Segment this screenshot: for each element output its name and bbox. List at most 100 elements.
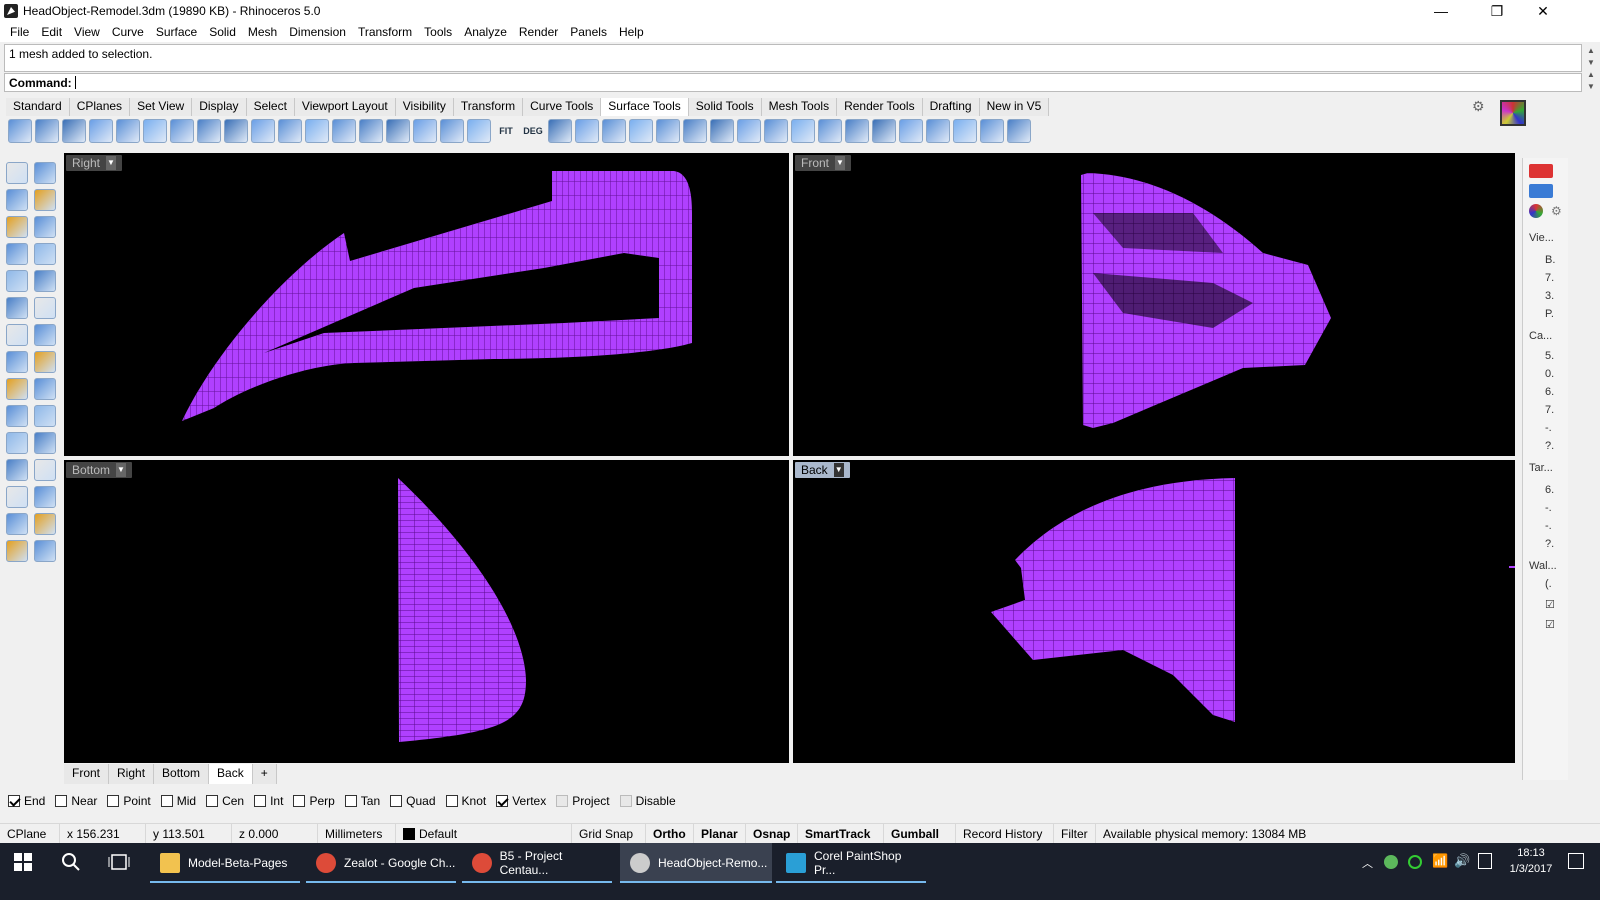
right-panel-item[interactable]: -. — [1545, 422, 1552, 434]
menu-mesh[interactable]: Mesh — [242, 25, 283, 39]
menu-analyze[interactable]: Analyze — [458, 25, 513, 39]
viewport-tab-right[interactable]: Right — [109, 764, 155, 784]
surface-tool-icon[interactable] — [791, 119, 815, 143]
left-tool-icon[interactable] — [6, 540, 28, 562]
viewport-bottom[interactable]: Bottom ▼ — [64, 460, 789, 763]
osnap-point[interactable]: Point — [107, 794, 151, 808]
toolbar-tab-curve-tools[interactable]: Curve Tools — [523, 98, 602, 116]
right-panel-item[interactable]: ☑ — [1545, 598, 1555, 611]
right-panel-item[interactable]: Tar... — [1529, 462, 1553, 474]
clock-date[interactable]: 1/3/2017 — [1502, 863, 1560, 875]
toolbar-tab-mesh-tools[interactable]: Mesh Tools — [761, 98, 838, 116]
taskbar-app-button[interactable]: Corel PaintShop Pr... — [776, 843, 926, 883]
toolbar-tab-set-view[interactable]: Set View — [130, 98, 193, 116]
surface-tool-icon[interactable] — [8, 119, 32, 143]
osnap-checkbox[interactable] — [556, 795, 569, 807]
left-tool-icon[interactable] — [6, 270, 28, 292]
menu-render[interactable]: Render — [513, 25, 564, 39]
left-tool-icon[interactable] — [34, 297, 56, 319]
viewport-label-right[interactable]: Right ▼ — [66, 155, 123, 171]
left-tool-icon[interactable] — [34, 324, 56, 346]
viewport-tab-back[interactable]: Back — [209, 764, 253, 784]
viewport-label-back[interactable]: Back ▼ — [795, 462, 850, 478]
right-panel-item[interactable]: 7. — [1545, 272, 1554, 284]
right-panel-item[interactable]: ☑ — [1545, 618, 1555, 631]
osnap-checkbox[interactable] — [107, 795, 120, 807]
osnap-checkbox[interactable] — [445, 795, 458, 807]
osnap-checkbox[interactable] — [55, 795, 68, 807]
surface-tool-icon[interactable] — [359, 119, 383, 143]
left-tool-icon[interactable] — [6, 378, 28, 400]
help-panel-icon[interactable] — [1529, 184, 1553, 198]
menu-dimension[interactable]: Dimension — [283, 25, 352, 39]
ortho-toggle[interactable]: Ortho — [646, 823, 694, 844]
surface-tool-icon[interactable] — [116, 119, 140, 143]
maximize-button[interactable]: ❐ — [1474, 0, 1520, 22]
left-tool-icon[interactable] — [34, 378, 56, 400]
menu-edit[interactable]: Edit — [35, 25, 68, 39]
menu-solid[interactable]: Solid — [203, 25, 242, 39]
osnap-checkbox[interactable] — [619, 795, 632, 807]
left-tool-icon[interactable] — [6, 405, 28, 427]
surface-tool-icon[interactable] — [845, 119, 869, 143]
right-panel-item[interactable]: 0. — [1545, 368, 1554, 380]
taskbar-app-button[interactable]: Model-Beta-Pages — [150, 843, 300, 883]
viewport-front[interactable]: Front ▼ — [793, 153, 1515, 456]
viewport-label-bottom[interactable]: Bottom ▼ — [66, 462, 133, 478]
right-panel-item[interactable]: (. — [1545, 578, 1552, 590]
windows-start-icon[interactable] — [14, 853, 32, 871]
surface-tool-icon[interactable] — [926, 119, 950, 143]
clock-time[interactable]: 18:13 — [1502, 847, 1560, 859]
minimize-button[interactable]: — — [1418, 0, 1464, 22]
osnap-end[interactable]: End — [8, 794, 45, 808]
surface-tool-icon[interactable] — [737, 119, 761, 143]
smarttrack-toggle[interactable]: SmartTrack — [798, 823, 884, 844]
command-line[interactable]: Command: — [4, 73, 1582, 92]
left-tool-icon[interactable] — [6, 459, 28, 481]
surface-tool-icon[interactable] — [278, 119, 302, 143]
left-tool-icon[interactable] — [34, 432, 56, 454]
left-tool-icon[interactable] — [34, 243, 56, 265]
surface-tool-icon[interactable] — [710, 119, 734, 143]
osnap-checkbox[interactable] — [254, 795, 267, 807]
osnap-checkbox[interactable] — [496, 795, 509, 807]
surface-tool-icon[interactable] — [872, 119, 896, 143]
command-scrollbar[interactable]: ▲ ▼ ▲ ▼ — [1584, 44, 1598, 92]
right-panel-item[interactable]: -. — [1545, 502, 1552, 514]
right-panel-item[interactable]: P. — [1545, 308, 1554, 320]
surface-tool-icon[interactable] — [575, 119, 599, 143]
surface-tool-icon[interactable] — [332, 119, 356, 143]
surface-tool-icon[interactable] — [467, 119, 491, 143]
surface-tool-icon[interactable] — [143, 119, 167, 143]
keyboard-icon[interactable] — [1478, 853, 1492, 869]
right-panel-item[interactable]: ?. — [1545, 538, 1554, 550]
surface-tool-icon[interactable] — [683, 119, 707, 143]
right-panel-item[interactable]: 3. — [1545, 290, 1554, 302]
osnap-tan[interactable]: Tan — [344, 794, 380, 808]
left-tool-icon[interactable] — [6, 162, 28, 184]
left-tool-icon[interactable] — [34, 270, 56, 292]
menu-surface[interactable]: Surface — [150, 25, 203, 39]
surface-tool-icon[interactable] — [764, 119, 788, 143]
osnap-checkbox[interactable] — [344, 795, 357, 807]
surface-tool-icon[interactable] — [656, 119, 680, 143]
left-tool-icon[interactable] — [34, 513, 56, 535]
menu-help[interactable]: Help — [613, 25, 650, 39]
add-viewport-tab-icon[interactable]: + — [252, 764, 277, 784]
volume-icon[interactable]: 🔊 — [1454, 853, 1470, 869]
right-panel-item[interactable]: B. — [1545, 254, 1555, 266]
units-label[interactable]: Millimeters — [318, 823, 396, 844]
fit-tool-icon[interactable]: FIT — [494, 119, 518, 143]
left-tool-icon[interactable] — [6, 324, 28, 346]
left-tool-icon[interactable] — [6, 216, 28, 238]
viewport-back[interactable]: Back ▼ — [793, 460, 1515, 763]
toolbar-tab-visibility[interactable]: Visibility — [395, 98, 454, 116]
toolbar-tab-viewport-layout[interactable]: Viewport Layout — [294, 98, 396, 116]
toolbar-tab-surface-tools[interactable]: Surface Tools — [601, 98, 689, 116]
osnap-vertex[interactable]: Vertex — [496, 794, 546, 808]
toolbar-tab-select[interactable]: Select — [246, 98, 295, 116]
surface-tool-icon[interactable] — [818, 119, 842, 143]
surface-tool-icon[interactable] — [35, 119, 59, 143]
toolbar-tab-solid-tools[interactable]: Solid Tools — [688, 98, 762, 116]
osnap-checkbox[interactable] — [160, 795, 173, 807]
